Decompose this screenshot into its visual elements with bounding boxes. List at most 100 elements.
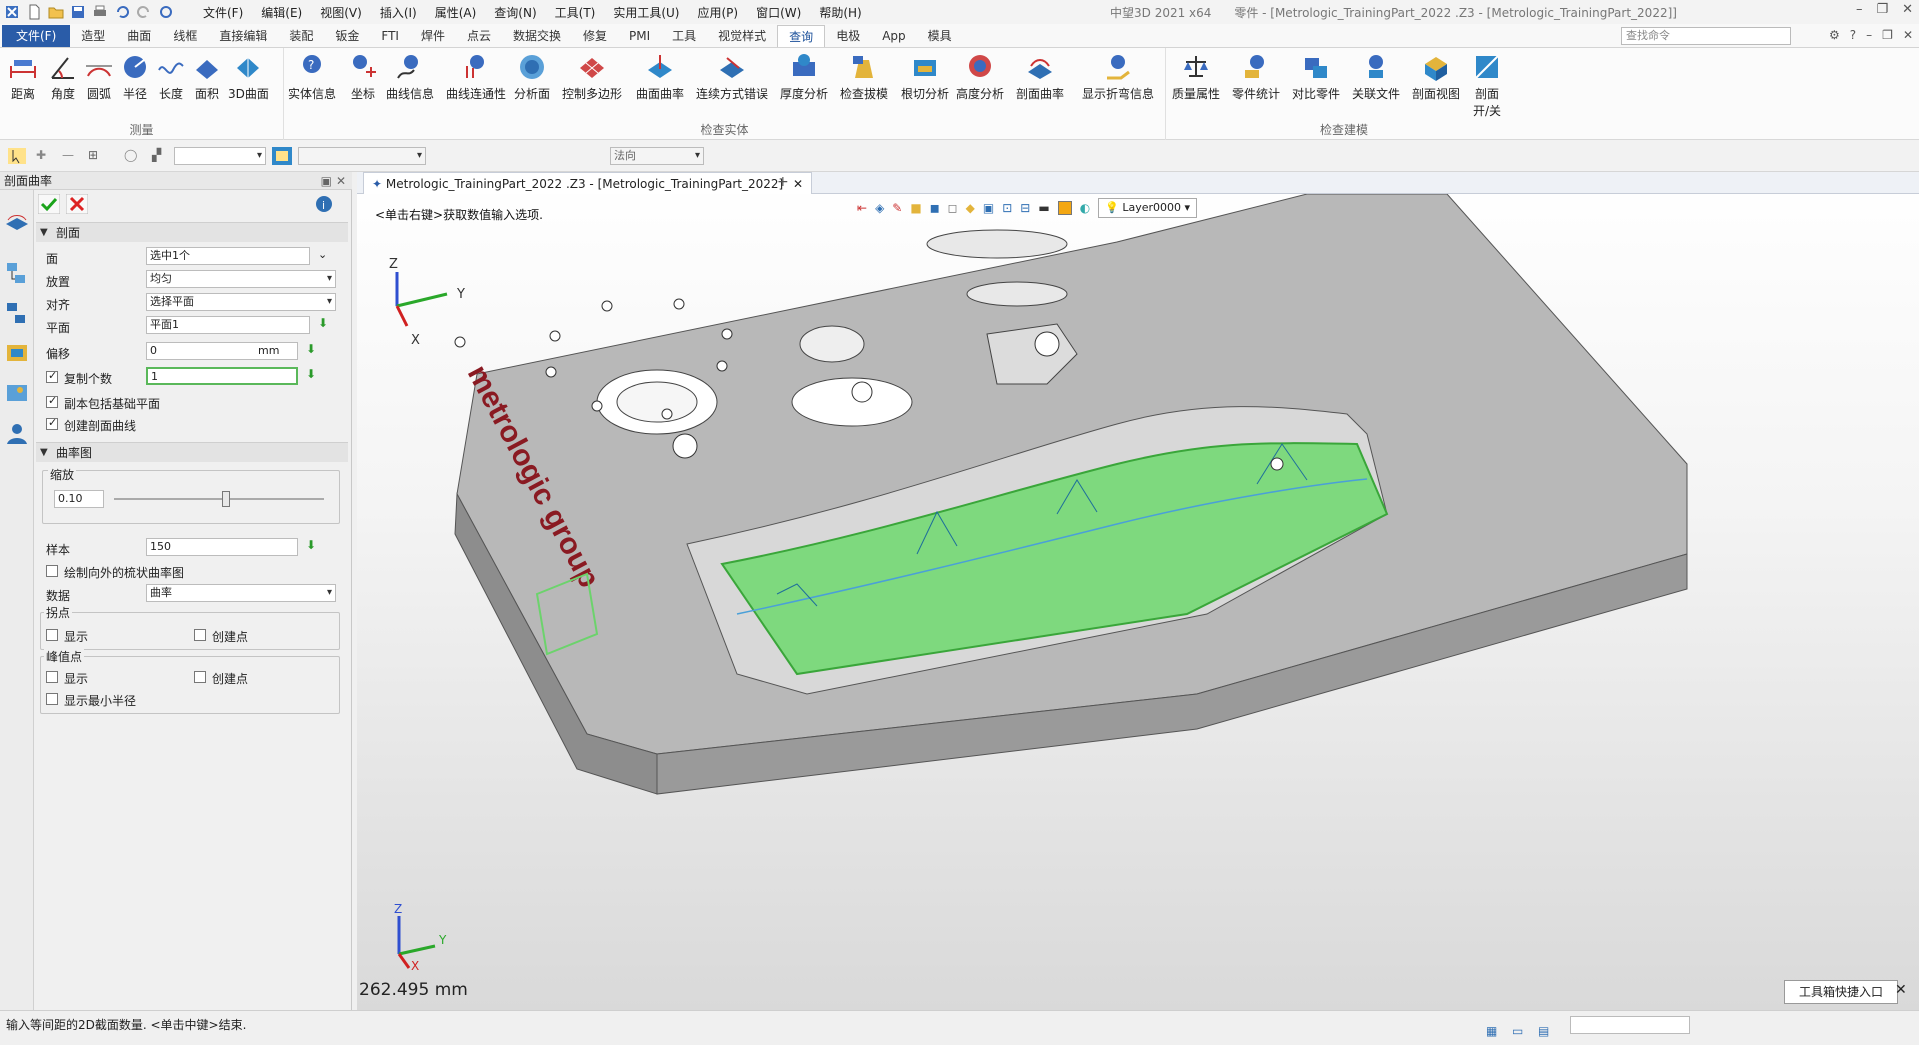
- angle-button[interactable]: 角度: [48, 52, 78, 102]
- coordinate-button[interactable]: 坐标: [348, 52, 378, 102]
- history-tree-icon[interactable]: [4, 260, 30, 286]
- small-hole[interactable]: [661, 408, 673, 420]
- tab-tools[interactable]: 工具: [661, 25, 707, 47]
- menu-tools[interactable]: 工具(T): [546, 4, 605, 21]
- menu-insert[interactable]: 插入(I): [371, 4, 426, 21]
- peak-show-checkbox[interactable]: [46, 671, 58, 683]
- panel-pin-icon[interactable]: ▣: [321, 172, 332, 190]
- status-layout-icon[interactable]: ▦: [1486, 1017, 1497, 1045]
- ribbon-close-icon[interactable]: ✕: [1903, 28, 1913, 42]
- restore-icon[interactable]: ❐: [1876, 2, 1888, 17]
- arc-button[interactable]: 圆弧: [84, 52, 114, 102]
- user-icon[interactable]: [4, 420, 30, 446]
- document-tab[interactable]: ✦ Metrologic_TrainingPart_2022 .Z3 - [Me…: [363, 172, 813, 194]
- analyze-face-button[interactable]: 分析面: [514, 52, 550, 102]
- ribbon-minimize-icon[interactable]: –: [1866, 28, 1872, 42]
- tab-visual-style[interactable]: 视觉样式: [707, 25, 777, 47]
- assembly-tree-icon[interactable]: [4, 300, 30, 326]
- sample-field[interactable]: 150: [146, 538, 298, 556]
- small-hole[interactable]: [721, 328, 733, 340]
- entity-combo[interactable]: [298, 147, 426, 165]
- tab-repair[interactable]: 修复: [572, 25, 618, 47]
- model-canvas[interactable]: metrologic group Z Y X: [357, 194, 1919, 982]
- help-icon[interactable]: ?: [1850, 28, 1856, 42]
- direction-combo[interactable]: 法向: [610, 147, 704, 165]
- open-folder-icon[interactable]: [48, 4, 64, 20]
- menu-file[interactable]: 文件(F): [194, 4, 252, 21]
- inflection-show-checkbox[interactable]: [46, 629, 58, 641]
- align-select[interactable]: 选择平面: [146, 293, 336, 311]
- round-hole-1[interactable]: [799, 325, 865, 363]
- line-icon[interactable]: —: [62, 148, 74, 162]
- plane-pick-icon[interactable]: ⬇: [318, 316, 328, 330]
- small-hole[interactable]: [716, 360, 728, 372]
- small-hole[interactable]: [1270, 457, 1284, 471]
- graphics-viewport[interactable]: ✦ Metrologic_TrainingPart_2022 .Z3 - [Me…: [357, 172, 1919, 1010]
- compare-part-button[interactable]: 对比零件: [1292, 52, 1340, 102]
- status-input[interactable]: [1570, 1016, 1690, 1034]
- section-header-comb[interactable]: 曲率图: [36, 442, 348, 463]
- tab-sheetmetal[interactable]: 钣金: [324, 25, 370, 47]
- related-files-button[interactable]: 关联文件: [1352, 52, 1400, 102]
- ok-check-icon[interactable]: [38, 194, 60, 214]
- slot-2[interactable]: [966, 281, 1068, 307]
- tab-wireframe[interactable]: 线框: [162, 25, 208, 47]
- tab-electrode[interactable]: 电极: [825, 25, 871, 47]
- inflection-create-checkbox[interactable]: [194, 629, 206, 641]
- medium-hole[interactable]: [851, 381, 873, 403]
- offset-pick-icon[interactable]: ⬇: [306, 342, 316, 356]
- continuity-error-button[interactable]: 连续方式错误: [696, 52, 768, 102]
- status-window-icon[interactable]: ▤: [1538, 1017, 1549, 1045]
- grid-icon[interactable]: ⊞: [88, 148, 98, 162]
- create-curve-checkbox[interactable]: [46, 416, 58, 430]
- tab-surface[interactable]: 曲面: [116, 25, 162, 47]
- close-icon[interactable]: ✕: [1902, 2, 1913, 17]
- 3d-surface-button[interactable]: 3D曲面: [228, 52, 269, 102]
- regen-icon[interactable]: [158, 4, 174, 20]
- face-field[interactable]: 选中1个: [146, 247, 310, 265]
- tab-assembly[interactable]: 装配: [278, 25, 324, 47]
- bend-info-button[interactable]: 显示折弯信息: [1082, 52, 1154, 102]
- section-header-profile[interactable]: 剖面: [36, 222, 348, 243]
- control-polygon-button[interactable]: 控制多边形: [562, 52, 622, 102]
- tab-file[interactable]: 文件(F): [2, 25, 71, 47]
- section-curvature-tab-icon[interactable]: [4, 208, 30, 234]
- plane-field[interactable]: 平面1: [146, 316, 310, 334]
- menu-window[interactable]: 窗口(W): [747, 4, 810, 21]
- peak-create-checkbox[interactable]: [194, 671, 206, 683]
- copies-field[interactable]: 1: [146, 367, 298, 385]
- tab-modeling[interactable]: 造型: [70, 25, 116, 47]
- area-button[interactable]: 面积: [192, 52, 222, 102]
- filter-icon[interactable]: ▞: [152, 148, 161, 162]
- thickness-analysis-button[interactable]: 厚度分析: [780, 52, 828, 102]
- section-toggle-button[interactable]: 剖面 开/关: [1466, 52, 1508, 119]
- document-tab-close-icon[interactable]: ✕: [793, 177, 803, 191]
- place-select[interactable]: 均匀: [146, 270, 336, 288]
- tab-direct-edit[interactable]: 直接编辑: [208, 25, 278, 47]
- tab-pmi[interactable]: PMI: [618, 25, 661, 47]
- include-base-checkbox[interactable]: [46, 394, 58, 408]
- surface-curvature-button[interactable]: 曲面曲率: [636, 52, 684, 102]
- tab-app[interactable]: App: [871, 25, 916, 47]
- info-icon[interactable]: i: [314, 194, 334, 214]
- undercut-analysis-button[interactable]: 根切分析: [901, 52, 949, 102]
- circle-select-icon[interactable]: ◯: [124, 148, 137, 162]
- small-hole[interactable]: [549, 330, 561, 342]
- print-icon[interactable]: [92, 4, 108, 20]
- menu-attr[interactable]: 属性(A): [426, 4, 486, 21]
- medium-hole[interactable]: [1034, 331, 1060, 357]
- length-button[interactable]: 长度: [156, 52, 186, 102]
- redo-icon[interactable]: [136, 4, 152, 20]
- cancel-x-icon[interactable]: [66, 194, 88, 214]
- scale-field[interactable]: 0.10: [54, 490, 104, 508]
- menu-utils[interactable]: 实用工具(U): [604, 4, 688, 21]
- sample-pick-icon[interactable]: ⬇: [306, 538, 316, 552]
- tab-pointcloud[interactable]: 点云: [456, 25, 502, 47]
- distance-button[interactable]: 距离: [8, 52, 38, 102]
- small-hole[interactable]: [454, 336, 466, 348]
- new-tab-icon[interactable]: +: [777, 174, 789, 190]
- oval-hole[interactable]: [791, 377, 913, 427]
- expand-icon[interactable]: ⌄: [318, 248, 327, 261]
- radius-button[interactable]: 半径: [120, 52, 150, 102]
- tab-fti[interactable]: FTI: [370, 25, 410, 47]
